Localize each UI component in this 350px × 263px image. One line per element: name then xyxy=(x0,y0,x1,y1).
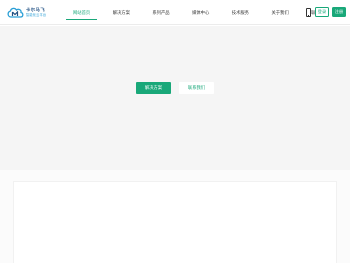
hero-contact-button[interactable]: 联系我们 xyxy=(179,82,214,94)
hero-solutions-button[interactable]: 解决方案 xyxy=(136,82,171,94)
site-header: 卡尔马飞 智能化云平台 网站首页 解决方案 系列产品 媒体中心 技术服务 关于我… xyxy=(0,0,350,25)
nav-item-media[interactable]: 媒体中心 xyxy=(185,0,216,25)
register-button[interactable]: 注册 xyxy=(332,7,346,17)
nav-item-about[interactable]: 关于我们 xyxy=(264,0,295,25)
nav-item-home[interactable]: 网站首页 xyxy=(66,0,98,25)
content-card xyxy=(13,181,337,263)
nav-item-solutions[interactable]: 解决方案 xyxy=(106,0,137,25)
site-logo[interactable]: 卡尔马飞 智能化云平台 xyxy=(6,5,46,20)
nav-item-products[interactable]: 系列产品 xyxy=(145,0,176,25)
logo-text: 卡尔马飞 智能化云平台 xyxy=(26,7,47,17)
logo-cloud-icon xyxy=(7,7,24,18)
content-section xyxy=(0,170,350,263)
hero-banner: 解决方案 联系我们 xyxy=(0,26,350,170)
login-button[interactable]: 登录 xyxy=(315,7,329,17)
phone-icon[interactable] xyxy=(306,8,311,17)
logo-brand-name: 卡尔马飞 xyxy=(26,7,46,13)
nav-item-tech-service[interactable]: 技术服务 xyxy=(225,0,256,25)
main-nav: 网站首页 解决方案 系列产品 媒体中心 技术服务 关于我们 联系我们 xyxy=(66,0,335,25)
logo-subtitle: 智能化云平台 xyxy=(26,12,47,17)
